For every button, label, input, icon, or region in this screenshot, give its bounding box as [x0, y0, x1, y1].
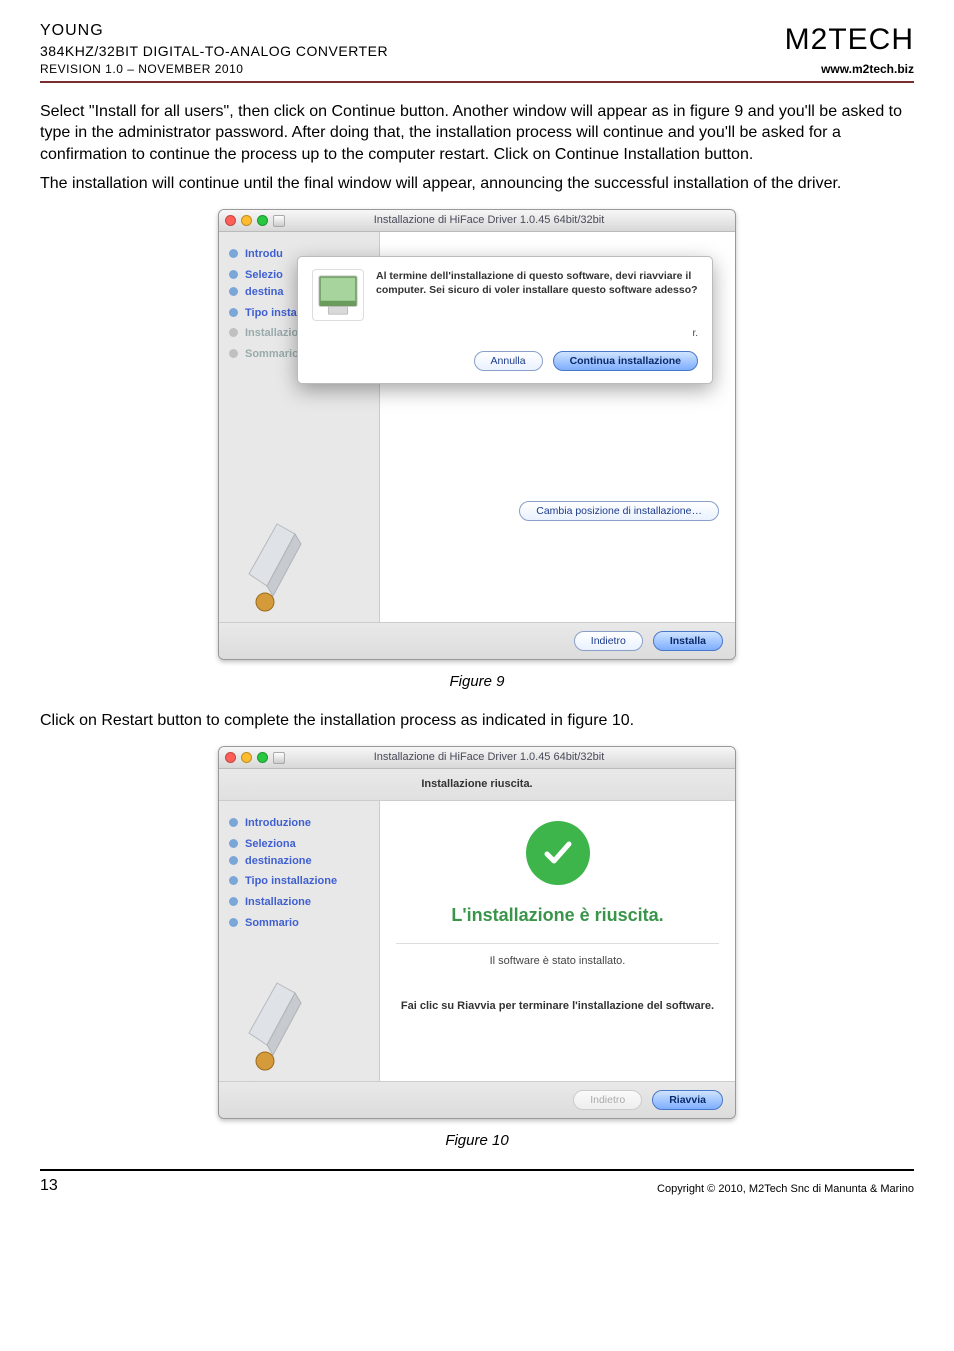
page-number: 13	[40, 1175, 58, 1197]
installer-window-9: Installazione di HiFace Driver 1.0.45 64…	[218, 209, 736, 660]
title-app-icon	[273, 752, 285, 764]
page-footer: 13 Copyright © 2010, M2Tech Snc di Manun…	[40, 1169, 914, 1197]
restart-button[interactable]: Riavvia	[652, 1090, 723, 1110]
sidebar-item-sommario: Sommario	[229, 913, 369, 934]
sidebar-item-destinazione: destinazione	[229, 851, 369, 872]
bottom-button-row: Indietro Installa	[219, 622, 735, 659]
sidebar-item-installazione: Installazione	[229, 892, 369, 913]
cancel-button[interactable]: Annulla	[474, 351, 543, 371]
copyright: Copyright © 2010, M2Tech Snc di Manunta …	[58, 1182, 914, 1197]
dialog-subtext: r.	[312, 327, 698, 341]
success-instruction: Fai clic su Riavvia per terminare l'inst…	[396, 999, 719, 1014]
install-button[interactable]: Installa	[653, 631, 723, 651]
title-app-icon	[273, 215, 285, 227]
traffic-zoom-icon[interactable]	[257, 215, 268, 226]
dialog-text: Al termine dell'installazione di questo …	[376, 269, 698, 297]
figure-9-caption: Figure 9	[40, 672, 914, 692]
paragraph-mid: Click on Restart button to complete the …	[40, 710, 914, 732]
back-button: Indietro	[573, 1090, 642, 1110]
checkmark-icon	[526, 821, 590, 885]
titlebar: Installazione di HiFace Driver 1.0.45 64…	[219, 747, 735, 769]
header-left: YOUNG 384KHZ/32BIT DIGITAL-TO-ANALOG CON…	[40, 20, 388, 77]
figure-10-caption: Figure 10	[40, 1131, 914, 1151]
titlebar: Installazione di HiFace Driver 1.0.45 64…	[219, 210, 735, 232]
header-right: M2TECH www.m2tech.biz	[785, 20, 914, 77]
dialog-buttons: Annulla Continua installazione	[312, 351, 698, 371]
continue-install-button[interactable]: Continua installazione	[553, 351, 698, 371]
connector-illustration	[237, 504, 317, 614]
traffic-zoom-icon[interactable]	[257, 752, 268, 763]
window-title: Installazione di HiFace Driver 1.0.45 64…	[294, 750, 684, 765]
center-pane: L'installazione è riuscita. Il software …	[379, 801, 735, 1081]
figure-10-wrap: Installazione di HiFace Driver 1.0.45 64…	[40, 746, 914, 1119]
brand-logo: M2TECH	[785, 20, 914, 61]
window-body: Introdu Selezio destina Tipo installazio…	[219, 232, 735, 622]
paragraph-2: The installation will continue until the…	[40, 173, 914, 195]
change-location-row: Cambia posizione di installazione…	[396, 501, 719, 521]
window-body: Introduzione Seleziona destinazione Tipo…	[219, 801, 735, 1081]
traffic-minimize-icon[interactable]	[241, 752, 252, 763]
traffic-close-icon[interactable]	[225, 215, 236, 226]
product-title: YOUNG	[40, 20, 388, 42]
window-title: Installazione di HiFace Driver 1.0.45 64…	[294, 213, 684, 228]
figure-9-wrap: Installazione di HiFace Driver 1.0.45 64…	[40, 209, 914, 660]
sidebar-item-introduzione: Introduzione	[229, 813, 369, 834]
change-location-button[interactable]: Cambia posizione di installazione…	[519, 501, 719, 521]
product-subtitle: 384KHZ/32BIT DIGITAL-TO-ANALOG CONVERTER	[40, 42, 388, 61]
success-message: Il software è stato installato.	[396, 954, 719, 969]
success-title: L'installazione è riuscita.	[396, 903, 719, 927]
paragraph-1: Select "Install for all users", then cli…	[40, 101, 914, 166]
revision-line: REVISION 1.0 – NOVEMBER 2010	[40, 61, 388, 77]
connector-illustration	[237, 963, 317, 1073]
window-header: Installazione riuscita.	[219, 769, 735, 801]
sidebar-item-tipo: Tipo installazione	[229, 871, 369, 892]
page-header: YOUNG 384KHZ/32BIT DIGITAL-TO-ANALOG CON…	[40, 20, 914, 83]
brand-url: www.m2tech.biz	[785, 61, 914, 77]
confirm-dialog: Al termine dell'installazione di questo …	[297, 256, 713, 384]
bottom-button-row: Indietro Riavvia	[219, 1081, 735, 1118]
traffic-close-icon[interactable]	[225, 752, 236, 763]
installer-window-10: Installazione di HiFace Driver 1.0.45 64…	[218, 746, 736, 1119]
traffic-minimize-icon[interactable]	[241, 215, 252, 226]
back-button[interactable]: Indietro	[574, 631, 643, 651]
dialog-icon	[312, 269, 364, 321]
